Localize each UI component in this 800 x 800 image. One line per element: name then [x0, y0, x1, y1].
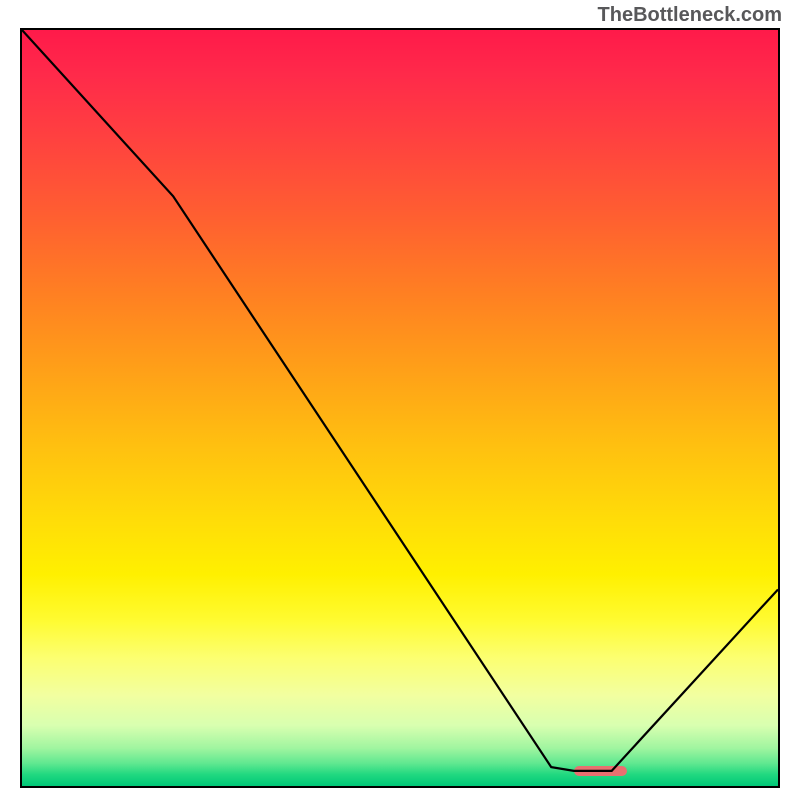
- curve-svg: [22, 30, 778, 786]
- chart-container: TheBottleneck.com: [0, 0, 800, 800]
- watermark-text: TheBottleneck.com: [598, 4, 782, 27]
- curve-line: [22, 30, 778, 771]
- chart-frame: [20, 28, 780, 788]
